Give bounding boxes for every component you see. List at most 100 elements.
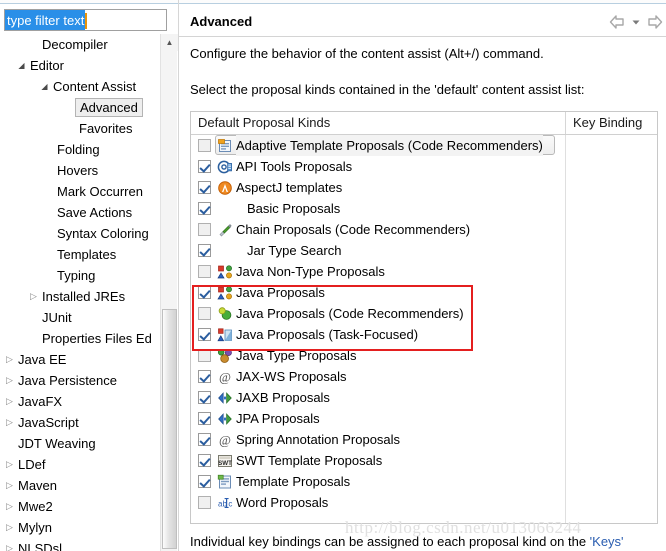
- table-row[interactable]: @ JAX-WS Proposals: [191, 366, 657, 387]
- table-row[interactable]: Jar Type Search: [191, 240, 657, 261]
- chevron-right-icon[interactable]: ▷: [3, 454, 16, 475]
- sidebar-item-mylyn[interactable]: ▷ Mylyn: [0, 517, 160, 538]
- template-green-icon: [217, 474, 233, 490]
- table-row[interactable]: @ Spring Annotation Proposals: [191, 429, 657, 450]
- sidebar-item-content-assist[interactable]: ◢ Content Assist: [0, 76, 160, 97]
- scrollbar-thumb[interactable]: [162, 309, 177, 549]
- row-checkbox[interactable]: [198, 202, 211, 215]
- tree-scrollbar[interactable]: ▲: [160, 34, 178, 551]
- sidebar-item-java-ee[interactable]: ▷ Java EE: [0, 349, 160, 370]
- row-checkbox[interactable]: [198, 454, 211, 467]
- row-checkbox[interactable]: [198, 244, 211, 257]
- row-checkbox[interactable]: [198, 391, 211, 404]
- sidebar-item-properties-files-ed[interactable]: Properties Files Ed: [0, 328, 160, 349]
- row-checkbox[interactable]: [198, 265, 211, 278]
- table-body: Adaptive Template Proposals (Code Recomm…: [191, 135, 657, 513]
- back-arrow-icon[interactable]: [608, 14, 626, 30]
- chevron-right-icon[interactable]: ▷: [3, 349, 16, 370]
- row-label: Template Proposals: [236, 474, 351, 489]
- sidebar-item-java-persistence[interactable]: ▷ Java Persistence: [0, 370, 160, 391]
- table-row[interactable]: API Tools Proposals: [191, 156, 657, 177]
- sidebar-item-favorites[interactable]: Favorites: [0, 118, 160, 139]
- page-title: Advanced: [190, 14, 253, 29]
- chevron-right-icon[interactable]: ▷: [3, 538, 16, 551]
- chevron-right-icon[interactable]: ▷: [3, 412, 16, 433]
- table-row[interactable]: JAXB Proposals: [191, 387, 657, 408]
- preferences-tree[interactable]: Decompiler ◢ Editor ◢ Content Assist Advanced…: [0, 34, 160, 551]
- chevron-right-icon[interactable]: ▷: [3, 370, 16, 391]
- sidebar-item-folding[interactable]: Folding: [0, 139, 160, 160]
- sidebar-item-advanced[interactable]: Advanced: [0, 97, 160, 118]
- row-checkbox[interactable]: [198, 328, 211, 341]
- svg-text:c: c: [228, 500, 232, 509]
- row-checkbox[interactable]: [198, 349, 211, 362]
- scroll-up-arrow-icon[interactable]: ▲: [161, 34, 178, 51]
- table-row[interactable]: AspectJ templates: [191, 177, 657, 198]
- filter-input[interactable]: type filter text: [4, 9, 167, 31]
- sidebar-item-editor[interactable]: ◢ Editor: [0, 55, 160, 76]
- chevron-right-icon[interactable]: ▷: [3, 475, 16, 496]
- chevron-right-icon[interactable]: ▷: [3, 517, 16, 538]
- sidebar-item-javascript[interactable]: ▷ JavaScript: [0, 412, 160, 433]
- sidebar-item-maven[interactable]: ▷ Maven: [0, 475, 160, 496]
- row-checkbox[interactable]: [198, 139, 211, 152]
- sidebar-item-ldef[interactable]: ▷ LDef: [0, 454, 160, 475]
- sidebar-item-label: Templates: [57, 247, 117, 262]
- row-checkbox[interactable]: [198, 412, 211, 425]
- sidebar-item-syntax-coloring[interactable]: Syntax Coloring: [0, 223, 160, 244]
- sidebar-item-jdt-weaving[interactable]: JDT Weaving: [0, 433, 160, 454]
- keys-link[interactable]: 'Keys': [590, 534, 624, 549]
- row-checkbox[interactable]: [198, 181, 211, 194]
- table-row[interactable]: Java Non-Type Proposals: [191, 261, 657, 282]
- table-row[interactable]: Java Proposals (Code Recommenders): [191, 303, 657, 324]
- chevron-right-icon[interactable]: ▷: [27, 286, 40, 307]
- row-label: Java Proposals (Task-Focused): [236, 327, 419, 342]
- row-checkbox[interactable]: [198, 433, 211, 446]
- table-row[interactable]: Java Proposals: [191, 282, 657, 303]
- sidebar-item-mark-occurren[interactable]: Mark Occurren: [0, 181, 160, 202]
- proposal-kinds-table[interactable]: Default Proposal Kinds Key Binding Adapt…: [190, 111, 658, 524]
- table-row[interactable]: Basic Proposals: [191, 198, 657, 219]
- table-row[interactable]: Chain Proposals (Code Recommenders): [191, 219, 657, 240]
- row-checkbox[interactable]: [198, 286, 211, 299]
- sidebar-item-decompiler[interactable]: Decompiler: [0, 34, 160, 55]
- chevron-right-icon[interactable]: ▷: [3, 496, 16, 517]
- sidebar-item-typing[interactable]: Typing: [0, 265, 160, 286]
- abc-icon: ab c: [217, 495, 233, 511]
- sidebar-item-javafx[interactable]: ▷ JavaFX: [0, 391, 160, 412]
- row-checkbox[interactable]: [198, 160, 211, 173]
- sidebar-item-hovers[interactable]: Hovers: [0, 160, 160, 181]
- table-row[interactable]: JPA Proposals: [191, 408, 657, 429]
- column-header-default-proposal-kinds[interactable]: Default Proposal Kinds: [191, 112, 565, 134]
- row-checkbox[interactable]: [198, 475, 211, 488]
- chevron-down-icon[interactable]: ◢: [15, 55, 28, 76]
- sidebar-item-label: JUnit: [42, 310, 72, 325]
- sidebar-item-label: Typing: [57, 268, 96, 283]
- sidebar-item-installed-jres[interactable]: ▷ Installed JREs: [0, 286, 160, 307]
- row-checkbox[interactable]: [198, 307, 211, 320]
- forward-arrow-icon[interactable]: [646, 14, 664, 30]
- column-header-key-binding[interactable]: Key Binding: [565, 112, 657, 134]
- history-dropdown-icon[interactable]: [630, 14, 642, 30]
- table-row[interactable]: Java Type Proposals: [191, 345, 657, 366]
- table-row[interactable]: SWT SWT Template Proposals: [191, 450, 657, 471]
- table-row[interactable]: ab c Word Proposals: [191, 492, 657, 513]
- row-checkbox[interactable]: [198, 370, 211, 383]
- sidebar-item-nlsdsl[interactable]: ▷ NLSDsl: [0, 538, 160, 551]
- row-checkbox[interactable]: [198, 496, 211, 509]
- row-checkbox[interactable]: [198, 223, 211, 236]
- table-header-row: Default Proposal Kinds Key Binding: [191, 112, 657, 135]
- sidebar-item-label: JavaFX: [18, 394, 63, 409]
- preferences-tree-pane: type filter text Decompiler ◢ Editor ◢ Conte…: [0, 0, 180, 551]
- table-row[interactable]: Template Proposals: [191, 471, 657, 492]
- chevron-right-icon[interactable]: ▷: [3, 391, 16, 412]
- sidebar-item-mwe2[interactable]: ▷ Mwe2: [0, 496, 160, 517]
- table-row[interactable]: Adaptive Template Proposals (Code Recomm…: [191, 135, 657, 156]
- row-label: Spring Annotation Proposals: [236, 432, 401, 447]
- chevron-down-icon[interactable]: ◢: [38, 76, 51, 97]
- sidebar-item-junit[interactable]: JUnit: [0, 307, 160, 328]
- table-row[interactable]: Java Proposals (Task-Focused): [191, 324, 657, 345]
- preferences-content-pane: Advanced Configure the behavior of the c…: [179, 0, 666, 551]
- sidebar-item-templates[interactable]: Templates: [0, 244, 160, 265]
- sidebar-item-save-actions[interactable]: Save Actions: [0, 202, 160, 223]
